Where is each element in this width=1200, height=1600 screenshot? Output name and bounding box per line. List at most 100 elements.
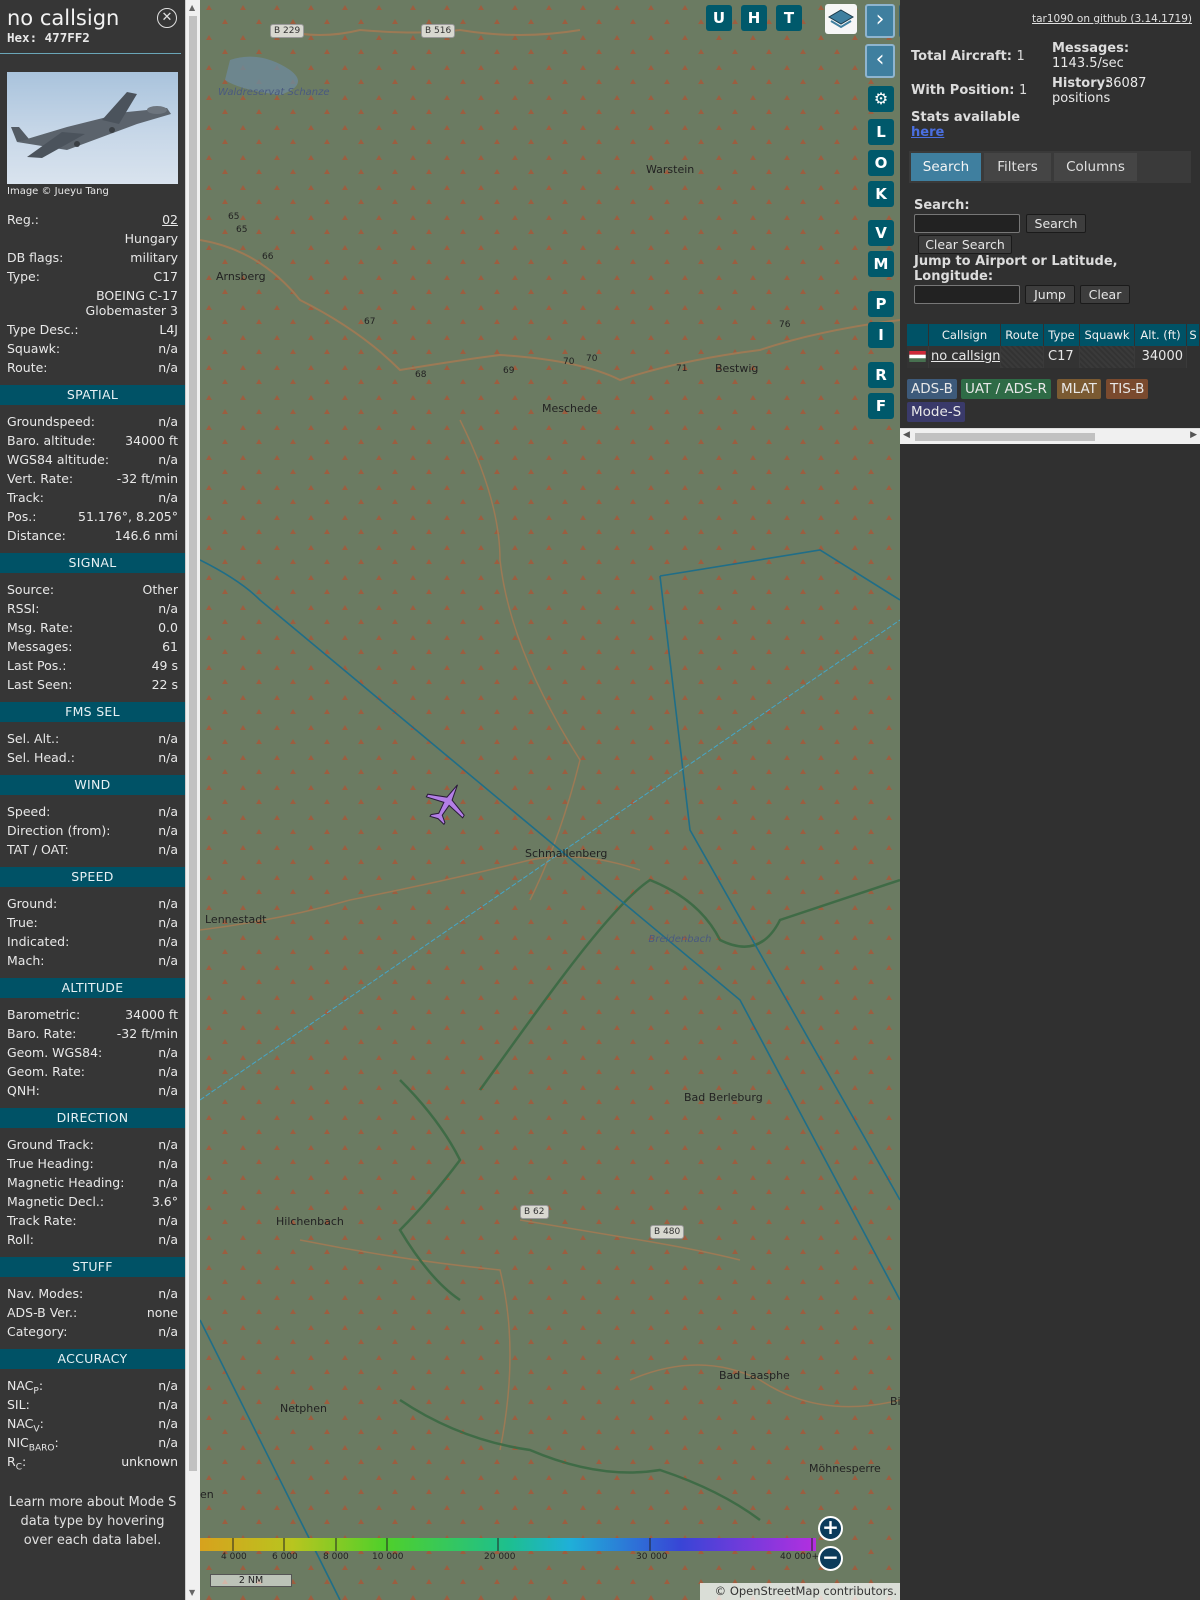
info-row-label[interactable]: Geom. Rate: xyxy=(7,1062,85,1081)
col-squawk[interactable]: Squawk xyxy=(1080,324,1135,346)
col-altitude[interactable]: Alt. (ft) xyxy=(1135,324,1187,346)
clear-button[interactable]: Clear xyxy=(1080,285,1130,304)
col-callsign[interactable]: Callsign xyxy=(929,324,1001,346)
info-panel-scrollbar[interactable]: ▲ ▼ xyxy=(185,0,200,1600)
table-hscrollbar[interactable]: ◀ ▶ xyxy=(900,428,1200,444)
info-row-label[interactable]: Category: xyxy=(7,1322,67,1341)
info-row-label[interactable]: Magnetic Heading: xyxy=(7,1173,124,1192)
clear-search-button[interactable]: Clear Search xyxy=(918,235,1012,254)
info-row-label[interactable]: Baro. altitude: xyxy=(7,431,96,450)
h-toggle-button[interactable]: H xyxy=(741,5,767,31)
info-row-label[interactable]: Nav. Modes: xyxy=(7,1284,83,1303)
info-row-label[interactable]: Roll: xyxy=(7,1230,34,1249)
u-toggle-button[interactable]: U xyxy=(706,5,732,31)
m-toggle-button[interactable]: M xyxy=(868,251,894,277)
place-label: Bi xyxy=(890,1395,900,1408)
map-attribution[interactable]: © OpenStreetMap contributors. xyxy=(700,1583,900,1600)
info-row-label[interactable]: Geom. WGS84: xyxy=(7,1043,102,1062)
info-row-label[interactable]: RSSI: xyxy=(7,599,39,618)
scroll-thumb[interactable] xyxy=(189,16,197,1471)
info-row-label[interactable]: True Heading: xyxy=(7,1154,94,1173)
hscroll-thumb[interactable] xyxy=(915,433,1095,441)
info-row-value: n/a xyxy=(158,915,178,930)
aircraft-photo[interactable] xyxy=(7,72,178,184)
table-row[interactable]: no callsign C17 34000 xyxy=(907,346,1187,368)
search-button[interactable]: Search xyxy=(1026,214,1086,233)
search-input[interactable] xyxy=(914,214,1020,233)
close-icon[interactable]: ✕ xyxy=(157,8,177,28)
info-row-label[interactable]: Ground Track: xyxy=(7,1135,94,1154)
info-row-label[interactable]: Track Rate: xyxy=(7,1211,77,1230)
jump-button[interactable]: Jump xyxy=(1025,285,1075,304)
stats-here-link[interactable]: here xyxy=(911,125,944,140)
i-toggle-button[interactable]: I xyxy=(868,322,894,348)
r-toggle-button[interactable]: R xyxy=(868,362,894,388)
col-type[interactable]: Type xyxy=(1044,324,1080,346)
info-row-label[interactable]: SIL: xyxy=(7,1395,30,1414)
v-toggle-button[interactable]: V xyxy=(868,220,894,246)
prev-arrow-button[interactable]: ‹ xyxy=(865,44,895,78)
row-callsign[interactable]: no callsign xyxy=(929,346,1001,368)
info-row-label[interactable]: Sel. Head.: xyxy=(7,748,75,767)
registration-link[interactable]: 02 xyxy=(162,210,178,229)
t-toggle-button[interactable]: T xyxy=(776,5,802,31)
info-row-label[interactable]: NICBARO: xyxy=(7,1433,59,1454)
colorbar-tick: 4 000 xyxy=(221,1552,247,1562)
info-row-label[interactable]: Pos.: xyxy=(7,507,36,526)
col-route[interactable]: Route xyxy=(1001,324,1044,346)
o-toggle-button[interactable]: O xyxy=(868,150,894,176)
p-toggle-button[interactable]: P xyxy=(868,291,894,317)
tab-filters[interactable]: Filters xyxy=(984,153,1051,181)
info-row-label[interactable]: Messages: xyxy=(7,637,73,656)
info-row-label[interactable]: Vert. Rate: xyxy=(7,469,73,488)
k-toggle-button[interactable]: K xyxy=(868,181,894,207)
info-row-label[interactable]: ADS-B Ver.: xyxy=(7,1303,77,1322)
scroll-down-icon[interactable]: ▼ xyxy=(189,1588,195,1597)
zoom-in-button[interactable]: + xyxy=(818,1516,843,1541)
callsign-title: no callsign xyxy=(7,6,120,30)
info-row-label[interactable]: Last Seen: xyxy=(7,675,72,694)
map-view[interactable]: Waldreservat Schanze Warstein Arnsberg M… xyxy=(200,0,900,1600)
info-row-label[interactable]: Baro. Rate: xyxy=(7,1024,76,1043)
info-row-label[interactable]: Direction (from): xyxy=(7,821,111,840)
info-row-label[interactable]: Mach: xyxy=(7,951,44,970)
tab-columns[interactable]: Columns xyxy=(1054,153,1137,181)
info-row-label[interactable]: Track: xyxy=(7,488,44,507)
info-row-label[interactable]: Source: xyxy=(7,580,54,599)
info-row: Groundspeed: n/a xyxy=(0,412,185,431)
info-row-label[interactable]: Msg. Rate: xyxy=(7,618,73,637)
f-toggle-button[interactable]: F xyxy=(868,393,894,419)
jump-input[interactable] xyxy=(914,285,1020,304)
zoom-out-button[interactable]: − xyxy=(818,1546,843,1571)
scroll-left-icon[interactable]: ◀ xyxy=(903,430,910,440)
info-row-label[interactable]: Barometric: xyxy=(7,1005,80,1024)
info-row: Magnetic Decl.: 3.6° xyxy=(0,1192,185,1211)
info-row-label[interactable]: QNH: xyxy=(7,1081,40,1100)
info-row-label[interactable]: Last Pos.: xyxy=(7,656,66,675)
scroll-up-icon[interactable]: ▲ xyxy=(189,3,195,12)
info-row-label[interactable]: Groundspeed: xyxy=(7,412,95,431)
place-label: Bad Berleburg xyxy=(684,1091,763,1104)
info-row-label[interactable]: True: xyxy=(7,913,38,932)
l-toggle-button[interactable]: L xyxy=(868,119,894,145)
tab-search[interactable]: Search xyxy=(911,153,981,181)
info-row-label[interactable]: Distance: xyxy=(7,526,66,545)
info-row-label[interactable]: TAT / OAT: xyxy=(7,840,69,859)
info-row-label[interactable]: NACV: xyxy=(7,1414,44,1435)
info-row-label[interactable]: RC: xyxy=(7,1452,26,1473)
info-row-label[interactable]: WGS84 altitude: xyxy=(7,450,109,469)
aircraft-marker-icon[interactable] xyxy=(424,780,470,826)
info-row-label[interactable]: Ground: xyxy=(7,894,57,913)
col-flag[interactable] xyxy=(907,324,929,346)
scroll-right-icon[interactable]: ▶ xyxy=(1190,430,1197,440)
settings-gear-icon[interactable]: ⚙ xyxy=(868,86,894,112)
col-speed[interactable]: S xyxy=(1187,324,1200,346)
next-arrow-button[interactable]: › xyxy=(865,4,895,38)
layers-button[interactable] xyxy=(825,4,857,34)
info-row-label[interactable]: Speed: xyxy=(7,802,50,821)
info-row-label[interactable]: NACP: xyxy=(7,1376,43,1397)
info-row-label[interactable]: Indicated: xyxy=(7,932,69,951)
info-row-label[interactable]: Sel. Alt.: xyxy=(7,729,59,748)
info-row-label[interactable]: Magnetic Decl.: xyxy=(7,1192,104,1211)
github-link[interactable]: tar1090 on github (3.14.1719) xyxy=(1032,13,1192,25)
